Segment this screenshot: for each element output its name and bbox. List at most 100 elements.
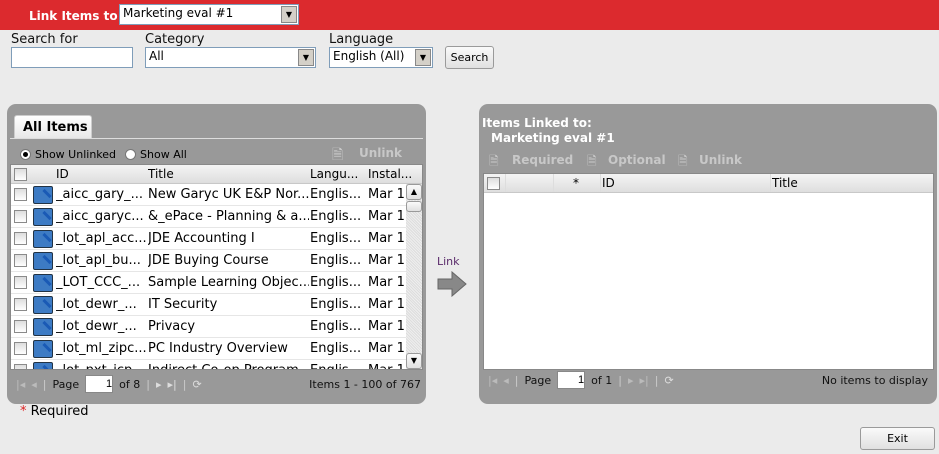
cell-language: Englis... [310, 363, 366, 369]
table-row[interactable]: _aicc_garyc... &_ePace - Planning & a...… [11, 206, 407, 228]
cell-installed: Mar 1. [368, 231, 407, 246]
computer-item-icon [33, 208, 53, 226]
tab-all-items[interactable]: All Items [14, 115, 92, 138]
refresh-icon[interactable]: ⟳ [192, 378, 201, 391]
prev-page-icon[interactable]: ◂ [503, 374, 509, 387]
col-id[interactable]: ID [602, 176, 615, 190]
search-input[interactable] [11, 47, 133, 68]
scroll-thumb[interactable] [406, 201, 422, 212]
next-page-icon[interactable]: ▸ [628, 374, 634, 387]
optional-icon: 🗎 [587, 154, 597, 168]
page-total: of 8 [119, 377, 141, 391]
computer-item-icon [33, 340, 53, 358]
linked-grid: * ID Title [483, 173, 934, 370]
unlink-button[interactable]: Unlink [359, 146, 402, 160]
exit-button[interactable]: Exit [860, 427, 935, 450]
language-value: English (All) [333, 49, 405, 63]
last-page-icon[interactable]: ▸| [167, 378, 176, 391]
col-title[interactable]: Title [148, 167, 174, 181]
row-checkbox[interactable] [14, 276, 27, 289]
row-checkbox[interactable] [14, 188, 27, 201]
table-row[interactable]: _lot_apl_acc... JDE Accounting I Englis.… [11, 228, 407, 250]
cell-language: Englis... [310, 209, 362, 224]
linked-target: Marketing eval #1 [491, 131, 615, 145]
scrollbar[interactable]: ▲ ▼ [406, 184, 422, 369]
cell-installed: Mar 1. [368, 187, 407, 202]
col-language[interactable]: Langu... [310, 167, 358, 181]
link-items-label: Link Items to [29, 9, 118, 23]
row-checkbox[interactable] [14, 232, 27, 245]
language-select[interactable]: English (All) ▼ [329, 47, 433, 68]
select-all-checkbox[interactable] [14, 168, 27, 181]
table-row[interactable]: _lot_ml_zipc... PC Industry Overview Eng… [11, 338, 407, 360]
cell-language: Englis... [310, 341, 362, 356]
search-button[interactable]: Search [445, 46, 494, 69]
category-select[interactable]: All ▼ [145, 47, 316, 68]
required-star: * [20, 404, 27, 419]
table-row[interactable]: _lot_dewr_... Privacy Englis... Mar 1. [11, 316, 407, 338]
scroll-down-button[interactable]: ▼ [406, 353, 422, 369]
grid-header: * ID Title [484, 174, 933, 193]
required-button[interactable]: Required [512, 153, 573, 167]
table-row[interactable]: _lot_apl_bu... JDE Buying Course Englis.… [11, 250, 407, 272]
radio-show-all[interactable] [125, 149, 137, 160]
link-arrow-icon[interactable] [437, 271, 468, 297]
page-total: of 1 [591, 373, 613, 387]
refresh-icon[interactable]: ⟳ [664, 374, 673, 387]
show-all-label: Show All [140, 148, 187, 161]
category-value: All [149, 49, 164, 63]
table-row[interactable]: _lot_pxt_icp... Indirect Co-op Program..… [11, 360, 407, 369]
row-checkbox[interactable] [14, 364, 27, 369]
computer-item-icon [33, 274, 53, 292]
page-input[interactable] [85, 375, 114, 393]
cell-id: _aicc_gary_... [56, 187, 144, 202]
table-row[interactable]: _LOT_CCC_... Sample Learning Objec... En… [11, 272, 407, 294]
computer-item-icon [33, 186, 53, 204]
chevron-down-icon: ▼ [281, 6, 297, 23]
unlink-icon: 🗎 [678, 154, 688, 168]
prev-page-icon[interactable]: ◂ [31, 378, 37, 391]
radio-show-unlinked[interactable] [20, 149, 31, 160]
scroll-up-button[interactable]: ▲ [406, 184, 422, 200]
cell-title: Indirect Co-op Program... [148, 363, 309, 369]
cell-installed: Mar 1. [368, 297, 407, 312]
link-label: Link [437, 255, 460, 268]
table-row[interactable]: _lot_dewr_... IT Security Englis... Mar … [11, 294, 407, 316]
language-label: Language [329, 32, 394, 47]
cell-installed: Mar 1. [368, 363, 407, 369]
last-page-icon[interactable]: ▸| [639, 374, 648, 387]
page-label: Page [52, 377, 80, 391]
cell-id: _LOT_CCC_... [56, 275, 141, 290]
first-page-icon[interactable]: |◂ [488, 374, 497, 387]
first-page-icon[interactable]: |◂ [16, 378, 25, 391]
table-row[interactable]: _aicc_gary_... New Garyc UK E&P Nor... E… [11, 184, 407, 206]
select-all-checkbox[interactable] [487, 177, 500, 190]
cell-id: _lot_pxt_icp... [56, 363, 146, 369]
cell-language: Englis... [310, 319, 362, 334]
computer-item-icon [33, 296, 53, 314]
row-checkbox[interactable] [14, 320, 27, 333]
col-id[interactable]: ID [56, 167, 69, 181]
row-checkbox[interactable] [14, 210, 27, 223]
cell-title: New Garyc UK E&P Nor... [148, 187, 309, 202]
col-installed[interactable]: Instal... [368, 167, 412, 181]
items-summary: No items to display [821, 373, 928, 387]
target-select-value: Marketing eval #1 [123, 6, 234, 20]
col-required[interactable]: * [573, 176, 579, 190]
linked-items-panel: Items Linked to: Marketing eval #1 🗎 Req… [479, 104, 937, 404]
next-page-icon[interactable]: ▸ [156, 378, 162, 391]
col-title[interactable]: Title [772, 176, 798, 190]
computer-item-icon [33, 252, 53, 270]
items-grid: ID Title Langu... Instal... _aicc_gary_.… [10, 164, 423, 370]
required-note: * Required [20, 404, 89, 419]
row-checkbox[interactable] [14, 298, 27, 311]
category-label: Category [145, 32, 205, 47]
page-input[interactable] [557, 371, 586, 389]
optional-button[interactable]: Optional [608, 153, 666, 167]
target-select[interactable]: Marketing eval #1 ▼ [119, 4, 299, 25]
row-checkbox[interactable] [14, 254, 27, 267]
row-checkbox[interactable] [14, 342, 27, 355]
chevron-down-icon: ▼ [415, 49, 431, 66]
unlink-button[interactable]: Unlink [699, 153, 742, 167]
filter-radios: Show Unlinked Show All [20, 148, 187, 161]
